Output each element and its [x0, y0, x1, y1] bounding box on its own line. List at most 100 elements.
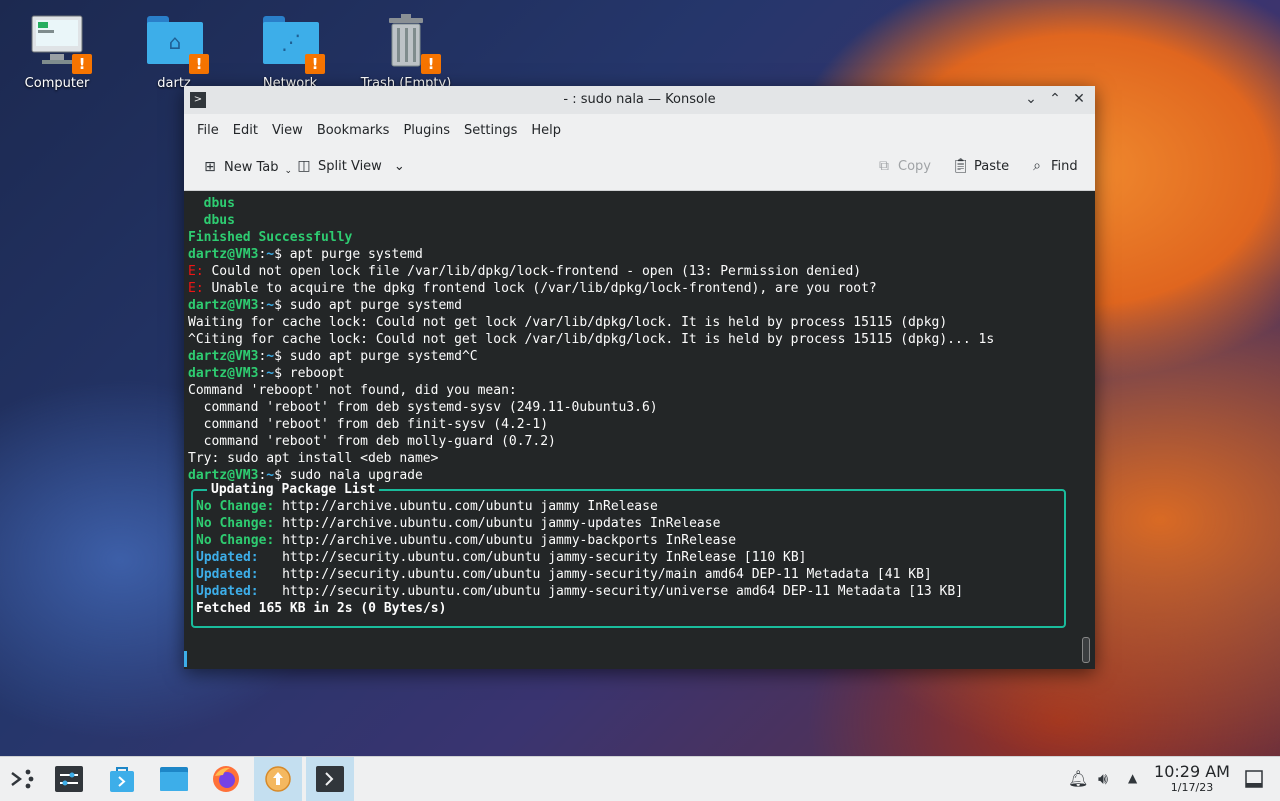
volume-icon[interactable]: 🔊︎: [1098, 769, 1108, 789]
command-text: sudo apt purge systemd^C: [289, 349, 478, 364]
prompt-path: ~: [266, 298, 275, 313]
window-titlebar[interactable]: > - : sudo nala — Konsole ⌄ ⌃ ✕: [184, 86, 1095, 114]
warning-badge-icon: !: [72, 54, 92, 74]
nala-row: No Change: http://archive.ubuntu.com/ubu…: [196, 532, 963, 549]
find-button[interactable]: ⌕ Find: [1029, 158, 1078, 174]
menu-edit[interactable]: Edit: [226, 123, 265, 138]
terminal-area[interactable]: dbus dbus Finished Successfully dartz@VM…: [184, 191, 1095, 669]
error-text: Unable to acquire the dpkg frontend lock…: [203, 281, 877, 296]
terminal-line: command 'reboot' from deb molly-guard (0…: [188, 434, 556, 449]
copy-icon: ⧉: [879, 158, 889, 174]
nala-row-text: http://security.ubuntu.com/ubuntu jammy-…: [274, 567, 932, 582]
terminal-scrollbar[interactable]: [1082, 637, 1090, 663]
paste-icon: 📋︎: [952, 158, 970, 174]
taskbar: 🔔︎ 🔊︎ ▲ 10:29 AM 1/17/23: [0, 756, 1280, 801]
prompt-user: dartz@VM3: [188, 366, 259, 381]
terminal-line: dartz@VM3:~$ sudo apt purge systemd: [188, 298, 462, 313]
desktop-icon-trash[interactable]: ! Trash (Empty): [354, 10, 458, 91]
menu-plugins[interactable]: Plugins: [396, 123, 457, 138]
firefox-icon[interactable]: [210, 763, 242, 795]
taskbar-task-konsole[interactable]: [306, 757, 354, 801]
copy-button[interactable]: ⧉ Copy: [876, 158, 931, 174]
nala-progress-box: Updating Package List No Change: http://…: [191, 481, 1066, 628]
update-notifier-icon: [265, 766, 291, 792]
clock-date: 1/17/23: [1170, 781, 1214, 794]
chevron-down-icon: ⌄: [393, 158, 405, 174]
clock-time: 10:29 AM: [1154, 762, 1230, 781]
split-view-label: Split View: [318, 158, 382, 174]
new-tab-label: New Tab: [224, 159, 279, 175]
terminal-line: Command 'reboopt' not found, did you mea…: [188, 383, 517, 398]
nala-row: Updated: http://security.ubuntu.com/ubun…: [196, 566, 963, 583]
nala-row: No Change: http://archive.ubuntu.com/ubu…: [196, 498, 963, 515]
terminal-line: Try: sudo apt install <deb name>: [188, 451, 439, 466]
nala-footer: Fetched 165 KB in 2s (0 Bytes/s): [196, 601, 447, 616]
menu-settings[interactable]: Settings: [457, 123, 524, 138]
nala-row-text: http://archive.ubuntu.com/ubuntu jammy-b…: [274, 533, 737, 548]
error-text: Could not open lock file /var/lib/dpkg/l…: [203, 264, 862, 279]
discover-store-icon[interactable]: [106, 763, 138, 795]
konsole-icon: [316, 766, 344, 792]
terminal-line: command 'reboot' from deb systemd-sysv (…: [188, 400, 658, 415]
nala-status: Updated:: [196, 567, 275, 582]
terminal-line: dbus: [188, 213, 235, 228]
prompt-path: ~: [266, 366, 275, 381]
warning-badge-icon: !: [305, 54, 325, 74]
chevron-down-icon: ⌄: [284, 166, 293, 176]
prompt-user: dartz@VM3: [188, 298, 259, 313]
nala-status: No Change:: [196, 499, 275, 514]
menubar: File Edit View Bookmarks Plugins Setting…: [184, 114, 1095, 146]
nala-row: Updated: http://security.ubuntu.com/ubun…: [196, 549, 963, 566]
nala-row: No Change: http://archive.ubuntu.com/ubu…: [196, 515, 963, 532]
file-manager-icon[interactable]: [158, 763, 190, 795]
nala-row-text: http://archive.ubuntu.com/ubuntu jammy I…: [274, 499, 658, 514]
menu-bookmarks[interactable]: Bookmarks: [310, 123, 397, 138]
nala-row-text: http://security.ubuntu.com/ubuntu jammy-…: [274, 550, 807, 565]
system-settings-icon[interactable]: [53, 763, 85, 795]
command-text: sudo apt purge systemd: [289, 298, 462, 313]
desktop-icon-home[interactable]: ⌂ ! dartz: [122, 10, 226, 91]
maximize-button[interactable]: ⌃: [1047, 90, 1063, 108]
prompt-user: dartz@VM3: [188, 349, 259, 364]
terminal-line: E: Could not open lock file /var/lib/dpk…: [188, 263, 994, 280]
nala-row-text: http://archive.ubuntu.com/ubuntu jammy-u…: [274, 516, 721, 531]
nala-row: Updated: http://security.ubuntu.com/ubun…: [196, 583, 963, 600]
desktop-icon-computer[interactable]: ! Computer: [5, 10, 109, 91]
desktop-icon-label: Computer: [24, 76, 90, 91]
terminal-line: Waiting for cache lock: Could not get lo…: [188, 315, 948, 330]
desktop-icon-network[interactable]: ⋰ ! Network: [238, 10, 342, 91]
copy-label: Copy: [898, 158, 931, 174]
terminal-line: dartz@VM3:~$ reboopt: [188, 366, 345, 381]
paste-button[interactable]: 📋︎ Paste: [952, 158, 1009, 174]
tray-expand-icon[interactable]: ▲: [1128, 771, 1137, 785]
nala-row-text: http://security.ubuntu.com/ubuntu jammy-…: [274, 584, 964, 599]
nala-box-title: Updating Package List: [207, 481, 380, 498]
new-tab-button[interactable]: ⊞ New Tab ⌄: [202, 158, 292, 176]
terminal-line: E: Unable to acquire the dpkg frontend l…: [188, 280, 994, 297]
terminal-line: command 'reboot' from deb finit-sysv (4.…: [188, 417, 549, 432]
notifications-icon[interactable]: 🔔︎: [1068, 769, 1088, 788]
show-desktop-icon[interactable]: [1244, 769, 1264, 789]
nala-status: Updated:: [196, 550, 275, 565]
konsole-window: > - : sudo nala — Konsole ⌄ ⌃ ✕ File Edi…: [184, 86, 1095, 669]
search-icon: ⌕: [1033, 158, 1041, 174]
window-title: - : sudo nala — Konsole: [563, 92, 716, 107]
digital-clock[interactable]: 10:29 AM 1/17/23: [1148, 763, 1236, 795]
terminal-line: dartz@VM3:~$ sudo apt purge systemd^C: [188, 349, 478, 364]
menu-file[interactable]: File: [190, 123, 226, 138]
menu-help[interactable]: Help: [524, 123, 568, 138]
minimize-button[interactable]: ⌄: [1023, 90, 1039, 108]
toolbar: ⊞ New Tab ⌄ ◫ Split View ⌄ ⧉ Copy 📋︎ Pas…: [184, 146, 1095, 191]
error-tag: E:: [188, 281, 204, 296]
menu-view[interactable]: View: [265, 123, 310, 138]
close-button[interactable]: ✕: [1071, 90, 1087, 108]
split-view-icon: ◫: [297, 158, 311, 174]
app-launcher-icon[interactable]: [6, 763, 38, 795]
split-view-button[interactable]: ◫ Split View ⌄: [296, 158, 405, 174]
terminal-cursor: [184, 651, 187, 667]
command-text: apt purge systemd: [289, 247, 423, 262]
prompt-user: dartz@VM3: [188, 247, 259, 262]
taskbar-task-updater[interactable]: [254, 757, 302, 801]
terminal-line: Finished Successfully: [188, 230, 353, 245]
paste-label: Paste: [974, 158, 1010, 174]
